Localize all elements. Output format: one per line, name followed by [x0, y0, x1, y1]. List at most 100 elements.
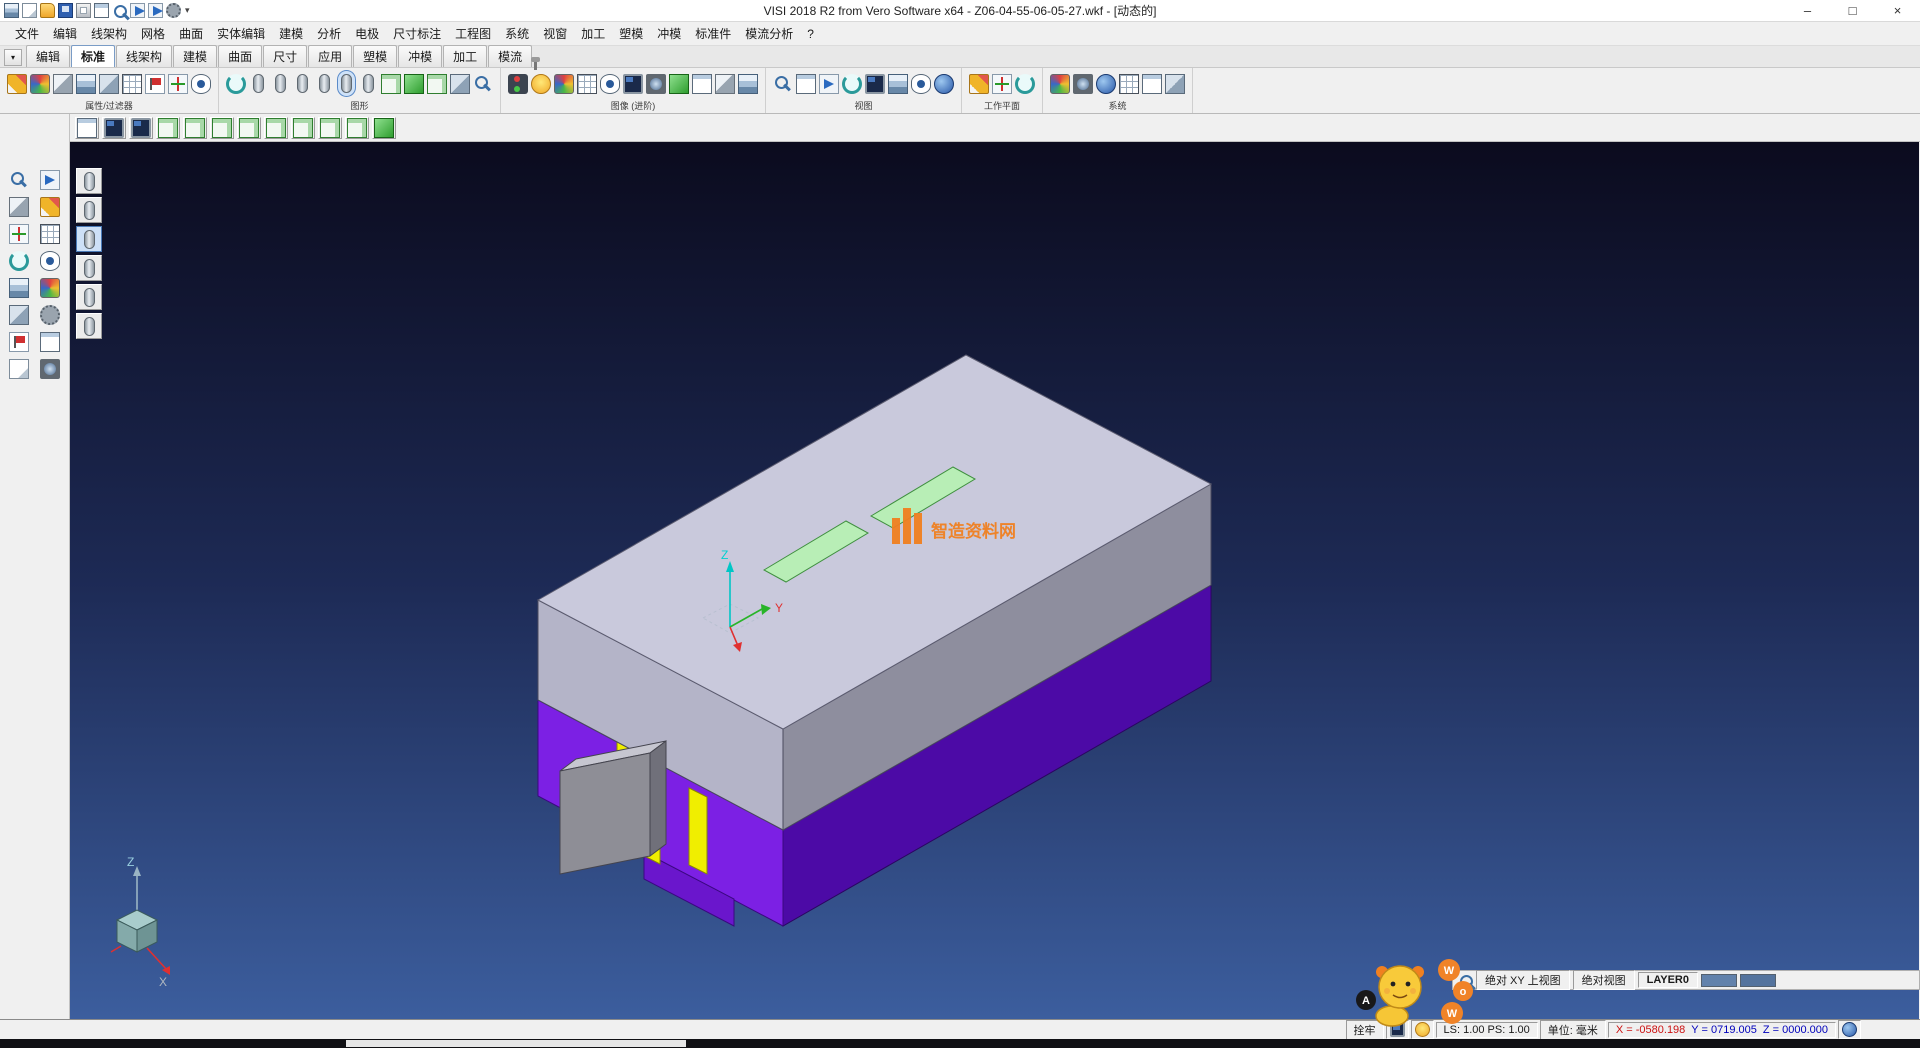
system-colors-icon[interactable]: [1050, 74, 1070, 94]
menu-电极[interactable]: 电极: [348, 22, 386, 45]
world-status-button[interactable]: [1838, 1020, 1861, 1039]
layout-settings-icon[interactable]: [1142, 74, 1162, 94]
tab-塑模[interactable]: 塑模: [353, 45, 397, 67]
wireframe-display-icon[interactable]: [381, 74, 401, 94]
render-icon[interactable]: [669, 74, 689, 94]
tab-建模[interactable]: 建模: [173, 45, 217, 67]
pin-icon[interactable]: [527, 55, 542, 70]
viewport-layout-button[interactable]: [75, 117, 99, 139]
tab-冲模[interactable]: 冲模: [398, 45, 442, 67]
refresh-view-button[interactable]: [129, 117, 153, 139]
menu-塑模[interactable]: 塑模: [612, 22, 650, 45]
menu-视窗[interactable]: 视窗: [536, 22, 574, 45]
transparency-icon[interactable]: [600, 74, 620, 94]
filter-axis-icon[interactable]: [168, 74, 188, 94]
menu-系统[interactable]: 系统: [498, 22, 536, 45]
filter-visibility-icon[interactable]: [191, 74, 211, 94]
undo-icon[interactable]: [130, 3, 145, 18]
display-bin-6-button[interactable]: [76, 313, 102, 339]
tab-线架构[interactable]: 线架构: [116, 45, 172, 67]
workplane-reset-icon[interactable]: [1015, 74, 1035, 94]
workplane-align-icon[interactable]: [992, 74, 1012, 94]
highlight-status-button[interactable]: [1411, 1020, 1434, 1039]
menu-线架构[interactable]: 线架构: [84, 22, 134, 45]
menu-模流分析[interactable]: 模流分析: [738, 22, 800, 45]
view-right-button[interactable]: [291, 117, 315, 139]
maximize-button[interactable]: □: [1830, 0, 1875, 22]
filter-grid-icon[interactable]: [122, 74, 142, 94]
taskbar-item[interactable]: [346, 1040, 686, 1047]
tab-应用[interactable]: 应用: [308, 45, 352, 67]
plot-icon[interactable]: [94, 3, 109, 18]
view-orientation-status[interactable]: 绝对 XY 上视图: [1476, 970, 1570, 990]
tab-编辑[interactable]: 编辑: [26, 45, 70, 67]
graphics-bin-3-icon[interactable]: [297, 74, 308, 93]
preview-icon[interactable]: [112, 3, 127, 18]
select-tool-button[interactable]: [37, 168, 63, 192]
refresh-graphics-icon[interactable]: [226, 74, 246, 94]
graphics-bin-1-icon[interactable]: [253, 74, 264, 93]
zoom-window-icon[interactable]: [796, 74, 816, 94]
trim-tool-button[interactable]: [6, 195, 32, 219]
search-icon[interactable]: [1458, 973, 1473, 988]
scale-status[interactable]: LS: 1.00 PS: 1.00: [1436, 1022, 1538, 1038]
menu-文件[interactable]: 文件: [8, 22, 46, 45]
ucs-tool-button[interactable]: [6, 222, 32, 246]
shading-mode-icon[interactable]: [508, 74, 528, 94]
display-bin-2-button[interactable]: [76, 197, 102, 223]
view-mode-status[interactable]: 绝对视图: [1573, 970, 1635, 990]
color-tool-button[interactable]: [37, 276, 63, 300]
window-tool-button[interactable]: [37, 330, 63, 354]
annotate-tool-button[interactable]: [6, 330, 32, 354]
graphics-bin-2-icon[interactable]: [275, 74, 286, 93]
rotate-view-icon[interactable]: [842, 74, 862, 94]
menu-工程图[interactable]: 工程图: [448, 22, 498, 45]
profiles-icon[interactable]: [1165, 74, 1185, 94]
save-icon[interactable]: [58, 3, 73, 18]
viewport-3d[interactable]: Z Y 智造资料网: [70, 142, 1920, 1019]
camera-icon[interactable]: [646, 74, 666, 94]
layers-tool-button[interactable]: [6, 276, 32, 300]
view-axon-button[interactable]: [345, 117, 369, 139]
filter-solids-icon[interactable]: [99, 74, 119, 94]
snap-grid-tool-button[interactable]: [37, 222, 63, 246]
filter-text-icon[interactable]: [145, 74, 165, 94]
compare-icon[interactable]: [738, 74, 758, 94]
view-iso-button[interactable]: [156, 117, 180, 139]
section-view-icon[interactable]: [715, 74, 735, 94]
open-file-icon[interactable]: [40, 3, 55, 18]
redraw-icon[interactable]: [911, 74, 931, 94]
graphics-bin-5-icon[interactable]: [363, 74, 374, 93]
grid-settings-icon[interactable]: [1119, 74, 1139, 94]
menu-建模[interactable]: 建模: [272, 22, 310, 45]
quick-access-dropdown[interactable]: ▾: [181, 5, 194, 16]
view-orient-icon[interactable]: [934, 74, 954, 94]
pan-icon[interactable]: [819, 74, 839, 94]
dynamic-view-icon[interactable]: [865, 74, 885, 94]
menu-实体编辑[interactable]: 实体编辑: [210, 22, 272, 45]
menu-?[interactable]: ?: [800, 24, 821, 44]
toolbar-dropdown-button[interactable]: ▾: [4, 49, 22, 66]
filter-trim-icon[interactable]: [53, 74, 73, 94]
document-tool-button[interactable]: [6, 357, 32, 381]
background-icon[interactable]: [623, 74, 643, 94]
active-layer-status[interactable]: LAYER0: [1638, 972, 1698, 988]
lights-icon[interactable]: [531, 74, 551, 94]
workplane-create-icon[interactable]: [969, 74, 989, 94]
display-bin-4-button[interactable]: [76, 255, 102, 281]
sketch-tool-button[interactable]: [37, 195, 63, 219]
rotate-tool-button[interactable]: [6, 249, 32, 273]
menu-冲模[interactable]: 冲模: [650, 22, 688, 45]
menu-网格[interactable]: 网格: [134, 22, 172, 45]
menu-曲面[interactable]: 曲面: [172, 22, 210, 45]
textures-icon[interactable]: [577, 74, 597, 94]
menu-加工[interactable]: 加工: [574, 22, 612, 45]
view-front-button[interactable]: [210, 117, 234, 139]
color-swatch-secondary[interactable]: [1740, 974, 1776, 987]
menu-标准件[interactable]: 标准件: [688, 22, 738, 45]
display-bin-5-button[interactable]: [76, 284, 102, 310]
materials-icon[interactable]: [554, 74, 574, 94]
tab-尺寸[interactable]: 尺寸: [263, 45, 307, 67]
menu-尺寸标注[interactable]: 尺寸标注: [386, 22, 448, 45]
graphics-bin-4-icon[interactable]: [319, 74, 330, 93]
